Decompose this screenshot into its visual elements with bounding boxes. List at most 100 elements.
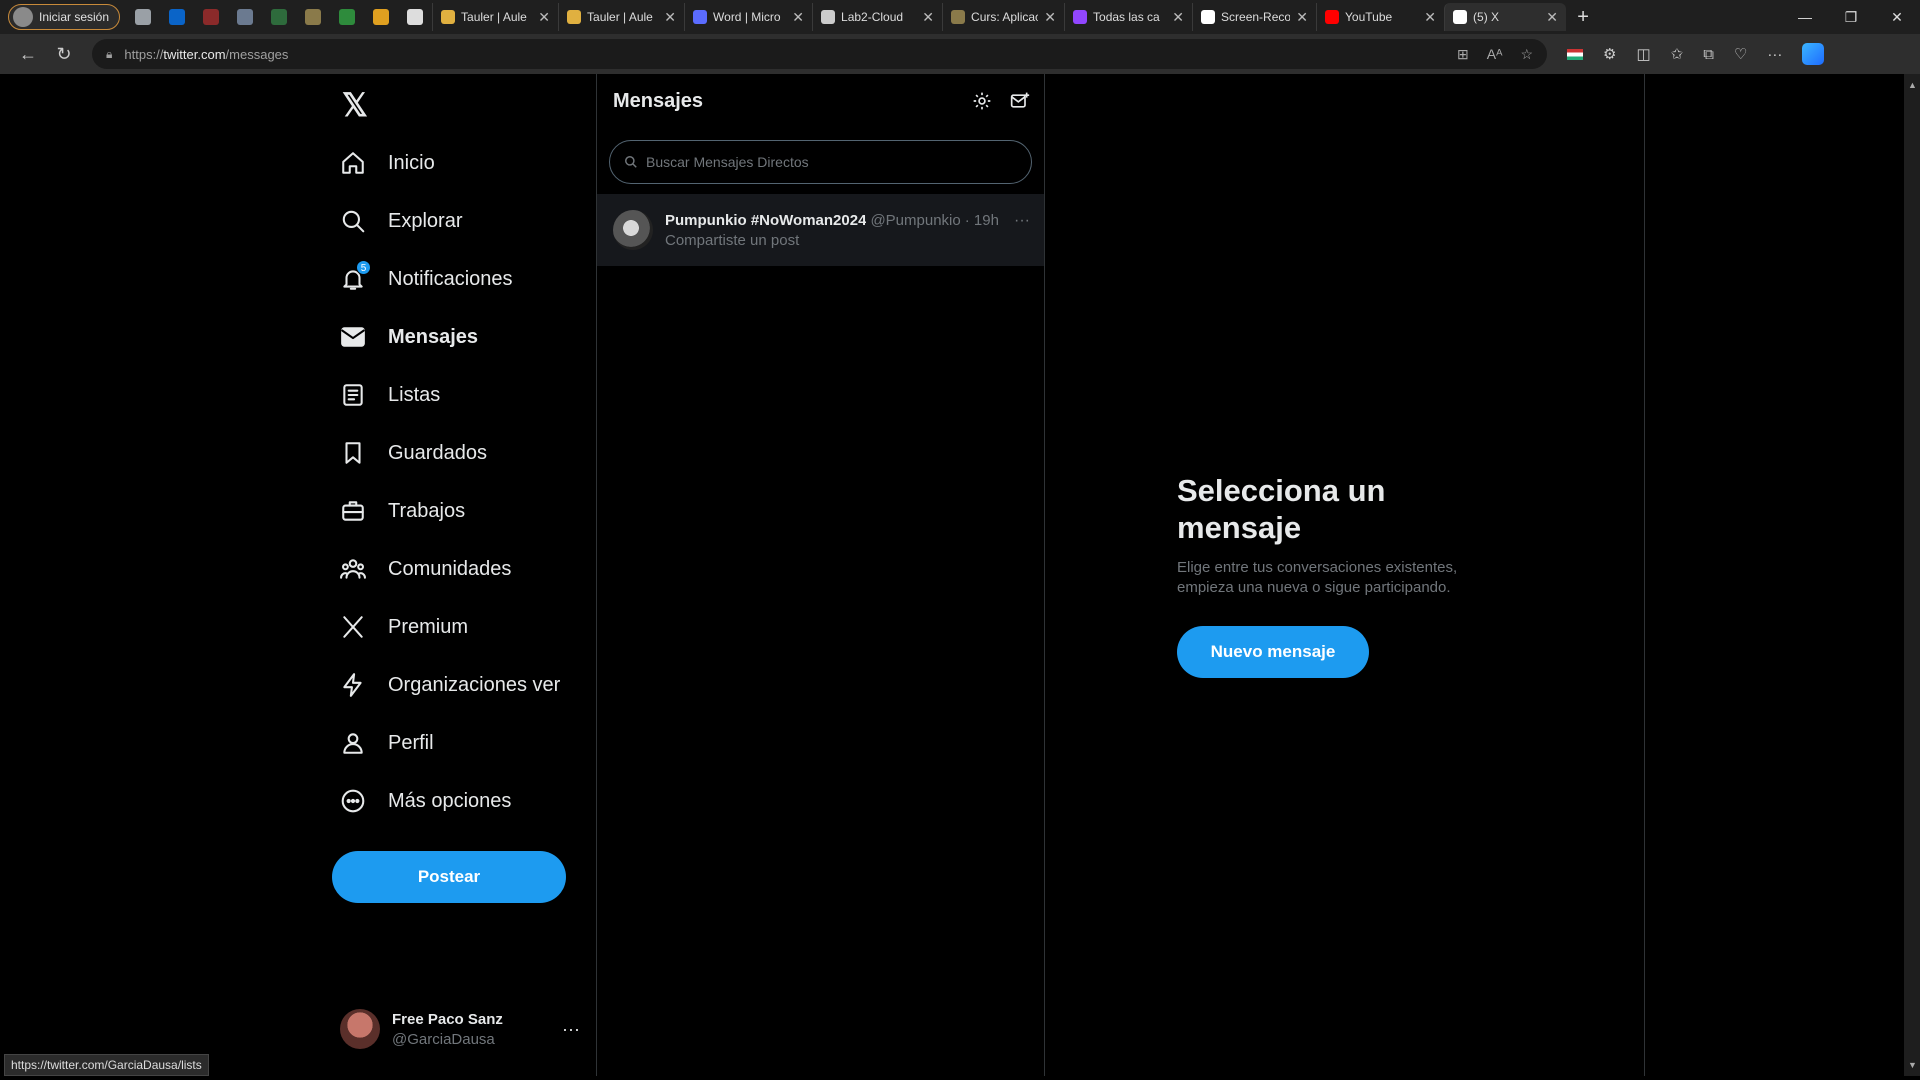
account-more-icon[interactable]: ···	[562, 1019, 580, 1040]
message-detail-pane: Selecciona un mensaje Elige entre tus co…	[1045, 74, 1645, 1076]
app-icon-gray[interactable]	[228, 4, 262, 30]
nav-item-label: Organizaciones ver	[388, 673, 561, 696]
app-available-icon[interactable]: ⊞	[1457, 46, 1469, 63]
tab-title: Tauler | Aule	[587, 10, 653, 24]
tab-close-icon[interactable]: ✕	[1044, 9, 1056, 26]
tab-close-icon[interactable]: ✕	[1546, 9, 1558, 26]
tab-favicon-icon	[1073, 10, 1088, 24]
browser-tab[interactable]: Tauler | Aule ✕	[432, 3, 558, 31]
tab-close-icon[interactable]: ✕	[922, 9, 934, 26]
account-switcher[interactable]: Free Paco Sanz @GarciaDausa ···	[340, 1004, 580, 1054]
tab-close-icon[interactable]: ✕	[1296, 9, 1308, 26]
minimize-icon[interactable]: —	[1782, 9, 1828, 26]
browser-tab[interactable]: YouTube ✕	[1316, 3, 1444, 31]
browser-tab[interactable]: Word | Micro ✕	[684, 3, 812, 31]
conversation-more-icon[interactable]: ···	[1014, 212, 1030, 230]
nav-item[interactable]: Perfil	[326, 714, 598, 772]
browser-tab[interactable]: Curs: Aplicac ✕	[942, 3, 1064, 31]
tab-favicon-icon	[693, 10, 708, 24]
lock-icon[interactable]: 🔒︎	[106, 47, 112, 62]
tab-close-icon[interactable]: ✕	[1424, 9, 1436, 26]
conversation-item[interactable]: Pumpunkio #NoWoman2024 @Pumpunkio · 19h Com…	[597, 194, 1044, 266]
favorites-icon[interactable]: ✩	[1671, 45, 1684, 63]
left-navigation: 𝕏 Inicio Explorar Notificaciones 5 Mensajes L…	[326, 74, 598, 1076]
notification-badge: 5	[356, 260, 371, 275]
read-aloud-icon[interactable]: Aᴬ	[1487, 46, 1503, 63]
workspaces-icon[interactable]	[126, 4, 160, 30]
tab-close-icon[interactable]: ✕	[792, 9, 804, 26]
tab-favicon-icon	[567, 10, 582, 24]
collections-icon[interactable]: ⧉	[1703, 46, 1714, 63]
scroll-down-icon[interactable]: ▼	[1908, 1060, 1917, 1070]
favorite-star-icon[interactable]: ☆	[1520, 46, 1533, 63]
pinned-tabs	[126, 4, 432, 30]
search-icon	[624, 155, 638, 169]
extensions-icon[interactable]: ⚙	[1603, 45, 1616, 63]
messages-column: Mensajes Buscar Mensajes Directos Pumpun…	[596, 74, 1045, 1076]
browser-tab[interactable]: (5) X ✕	[1444, 3, 1567, 31]
nav-item[interactable]: Más opciones	[326, 772, 598, 830]
app-icon-orange[interactable]	[364, 4, 398, 30]
settings-more-icon[interactable]: ···	[1767, 46, 1782, 63]
tab-favicon-icon	[821, 10, 836, 24]
browser-tab[interactable]: Tauler | Aule ✕	[558, 3, 684, 31]
nav-item[interactable]: Premium	[326, 598, 598, 656]
nav-item[interactable]: Trabajos	[326, 482, 598, 540]
uab-icon[interactable]	[330, 4, 364, 30]
nav-item[interactable]: Inicio	[326, 134, 598, 192]
new-message-button[interactable]: Nuevo mensaje	[1177, 626, 1369, 678]
tab-close-icon[interactable]: ✕	[538, 9, 550, 26]
new-message-icon[interactable]	[1010, 91, 1030, 111]
browser-tab[interactable]: Lab2-Cloud ✕	[812, 3, 942, 31]
twitter-page: 𝕏 Inicio Explorar Notificaciones 5 Mensajes L…	[4, 74, 1904, 1076]
settings-gear-icon[interactable]	[972, 91, 992, 111]
nav-list: Inicio Explorar Notificaciones 5 Mensajes Lis…	[326, 134, 598, 830]
person-icon	[340, 730, 366, 756]
search-icon	[340, 208, 366, 234]
account-name: Free Paco Sanz	[392, 1010, 503, 1028]
bookmark-icon	[340, 440, 366, 466]
browser-tab[interactable]: Screen-Reco ✕	[1192, 3, 1316, 31]
app-icon-green[interactable]	[262, 4, 296, 30]
address-bar[interactable]: 🔒︎ https://twitter.com/messages ⊞ Aᴬ ☆	[92, 39, 1547, 69]
restore-icon[interactable]: ❐	[1828, 9, 1874, 26]
app-icon-red[interactable]	[194, 4, 228, 30]
browser-essentials-icon[interactable]: ♡	[1734, 45, 1747, 63]
url-prefix: https://	[124, 46, 164, 62]
briefcase-icon	[340, 498, 366, 524]
scroll-up-icon[interactable]: ▲	[1908, 80, 1917, 90]
dm-search-input[interactable]: Buscar Mensajes Directos	[609, 140, 1032, 184]
tab-title: Screen-Reco	[1221, 10, 1291, 24]
nav-item[interactable]: Explorar	[326, 192, 598, 250]
close-window-icon[interactable]: ✕	[1874, 9, 1920, 26]
url-path: /messages	[225, 46, 289, 62]
page-scrollbar[interactable]: ▲ ▼	[1904, 74, 1920, 1076]
tab-close-icon[interactable]: ✕	[1172, 9, 1184, 26]
nav-item[interactable]: Organizaciones ver	[326, 656, 598, 714]
url-host: twitter.com	[163, 46, 226, 62]
messages-title: Mensajes	[613, 89, 704, 112]
flag-extension-icon[interactable]	[1567, 48, 1583, 60]
chatgpt-icon[interactable]	[398, 4, 432, 30]
profile-button[interactable]: Iniciar sesión	[8, 4, 121, 30]
home-icon	[340, 150, 366, 176]
outlook-icon[interactable]	[160, 4, 194, 30]
nav-item[interactable]: Guardados	[326, 424, 598, 482]
nav-item[interactable]: Comunidades	[326, 540, 598, 598]
nav-item[interactable]: Listas	[326, 366, 598, 424]
nav-item-label: Inicio	[388, 151, 435, 174]
app-icon-diamond[interactable]	[296, 4, 330, 30]
post-button[interactable]: Postear	[332, 851, 566, 903]
browser-tab[interactable]: Todas las ca ✕	[1064, 3, 1192, 31]
new-tab-button[interactable]: +	[1566, 6, 1600, 29]
copilot-icon[interactable]	[1802, 43, 1825, 65]
nav-item-label: Perfil	[388, 731, 434, 754]
tab-title: Word | Micro	[713, 10, 781, 24]
nav-item[interactable]: Notificaciones 5	[326, 250, 598, 308]
nav-item[interactable]: Mensajes	[326, 308, 598, 366]
refresh-icon[interactable]: ↻	[46, 44, 82, 65]
x-logo-icon[interactable]: 𝕏	[342, 86, 368, 124]
split-screen-icon[interactable]: ◫	[1636, 45, 1650, 63]
tab-close-icon[interactable]: ✕	[664, 9, 676, 26]
back-icon[interactable]: ←	[10, 44, 46, 65]
